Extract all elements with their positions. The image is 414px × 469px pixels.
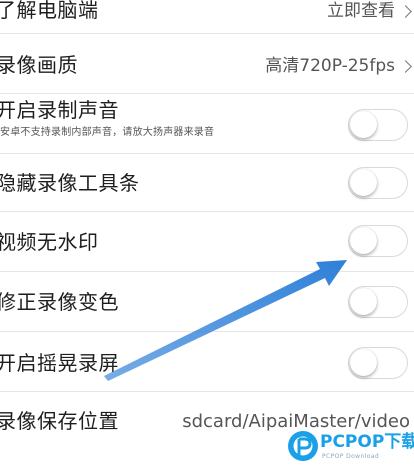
pcpop-watermark: PCPOP下载 PCPOP Download	[286, 428, 414, 466]
row-record-sound-sublabel: 安卓不支持录制内部声音，请放大扬声器来录音	[0, 127, 215, 138]
row-learn-pc-label: 了解电脑端	[0, 0, 99, 22]
row-learn-pc[interactable]: 了解电脑端 立即查看	[0, 0, 414, 34]
toggle-knob	[350, 169, 377, 196]
chevron-right-icon	[399, 4, 412, 18]
hide-toolbar-toggle[interactable]	[348, 167, 408, 199]
chevron-right-icon	[399, 59, 412, 73]
settings-list: 了解电脑端 立即查看 录像画质 高清720P-25fps 开启录制声音 安卓不支…	[0, 0, 414, 469]
watermark-subtext: PCPOP Download	[322, 453, 380, 460]
row-shake-record: 开启摇晃录屏	[0, 332, 414, 392]
row-learn-pc-value: 立即查看	[327, 1, 395, 21]
row-video-quality-label: 录像画质	[0, 53, 78, 77]
row-video-quality[interactable]: 录像画质 高清720P-25fps	[0, 34, 414, 94]
fix-color-toggle[interactable]	[348, 286, 408, 318]
row-no-watermark-label: 视频无水印	[0, 230, 99, 254]
toggle-knob	[350, 111, 377, 138]
row-save-location-label: 录像保存位置	[0, 409, 119, 433]
no-watermark-toggle[interactable]	[348, 225, 408, 257]
watermark-text: PCPOP下载	[320, 432, 414, 452]
row-record-sound-label: 开启录制声音	[0, 98, 119, 122]
pcpop-logo-icon	[288, 431, 318, 461]
record-sound-toggle[interactable]	[348, 109, 408, 141]
row-shake-record-label: 开启摇晃录屏	[0, 351, 119, 375]
row-fix-color-label: 修正录像变色	[0, 290, 119, 314]
row-fix-color: 修正录像变色	[0, 272, 414, 332]
row-no-watermark: 视频无水印	[0, 212, 414, 272]
row-video-quality-value-wrap[interactable]: 高清720P-25fps	[265, 55, 412, 77]
toggle-knob	[350, 227, 377, 254]
toggle-knob	[350, 288, 377, 315]
toggle-knob	[350, 349, 377, 376]
row-hide-toolbar: 隐藏录像工具条	[0, 154, 414, 212]
row-video-quality-value: 高清720P-25fps	[265, 56, 395, 76]
shake-record-toggle[interactable]	[348, 347, 408, 379]
row-hide-toolbar-label: 隐藏录像工具条	[0, 171, 140, 195]
row-learn-pc-value-wrap[interactable]: 立即查看	[327, 0, 412, 22]
row-record-sound: 开启录制声音 安卓不支持录制内部声音，请放大扬声器来录音	[0, 94, 414, 154]
